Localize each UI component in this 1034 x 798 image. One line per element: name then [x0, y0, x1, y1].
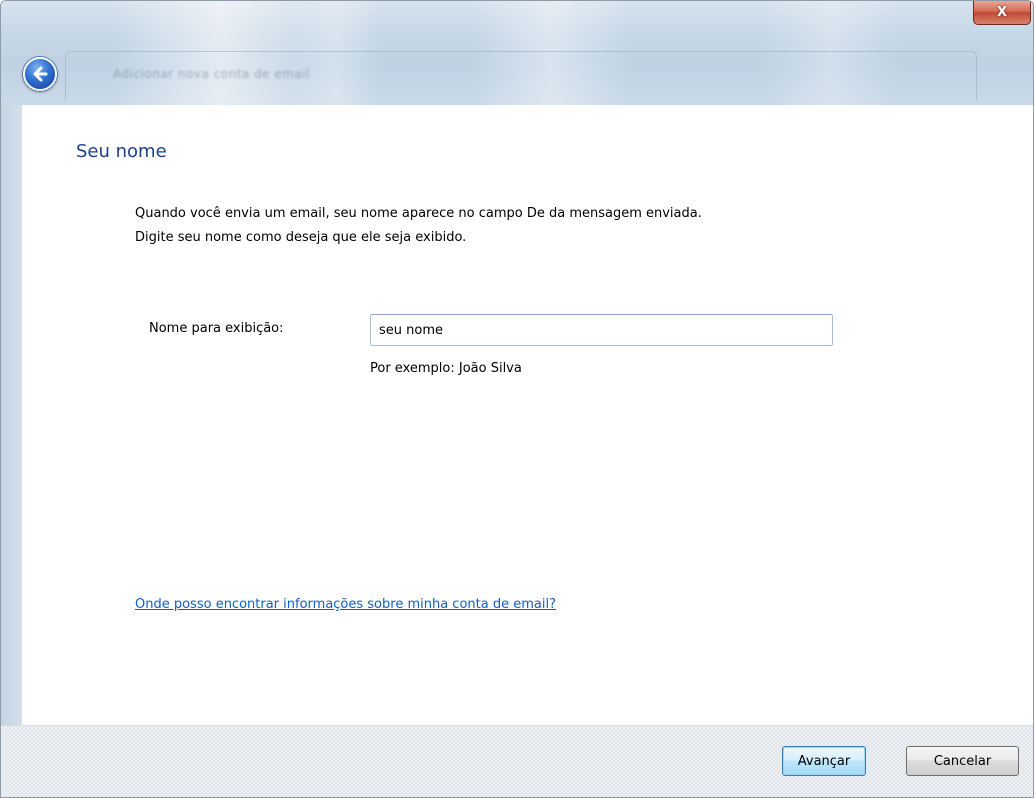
description-line-2: Digite seu nome como deseja que ele seja…: [135, 230, 467, 245]
title-bar: Adicionar nova conta de email X: [1, 1, 1033, 105]
close-icon: X: [996, 5, 1008, 20]
display-name-label: Nome para exibição:: [149, 321, 284, 336]
cancel-button[interactable]: Cancelar: [906, 746, 1019, 776]
account-info-help-link[interactable]: Onde posso encontrar informações sobre m…: [135, 597, 556, 612]
description-line-1: Quando você envia um email, seu nome apa…: [135, 206, 702, 221]
command-bar: [1, 725, 1033, 797]
next-button[interactable]: Avançar: [782, 746, 866, 776]
window-left-border: [1, 105, 22, 797]
back-arrow-icon: [33, 66, 48, 82]
example-hint: Por exemplo: João Silva: [370, 361, 522, 376]
close-button[interactable]: X: [973, 1, 1031, 25]
back-button[interactable]: [23, 57, 57, 91]
wizard-window: Adicionar nova conta de email X Seu nome…: [0, 0, 1034, 798]
window-title: Adicionar nova conta de email: [113, 67, 310, 81]
content-area: [22, 105, 1033, 725]
page-title: Seu nome: [76, 141, 167, 162]
display-name-input[interactable]: [370, 314, 833, 346]
